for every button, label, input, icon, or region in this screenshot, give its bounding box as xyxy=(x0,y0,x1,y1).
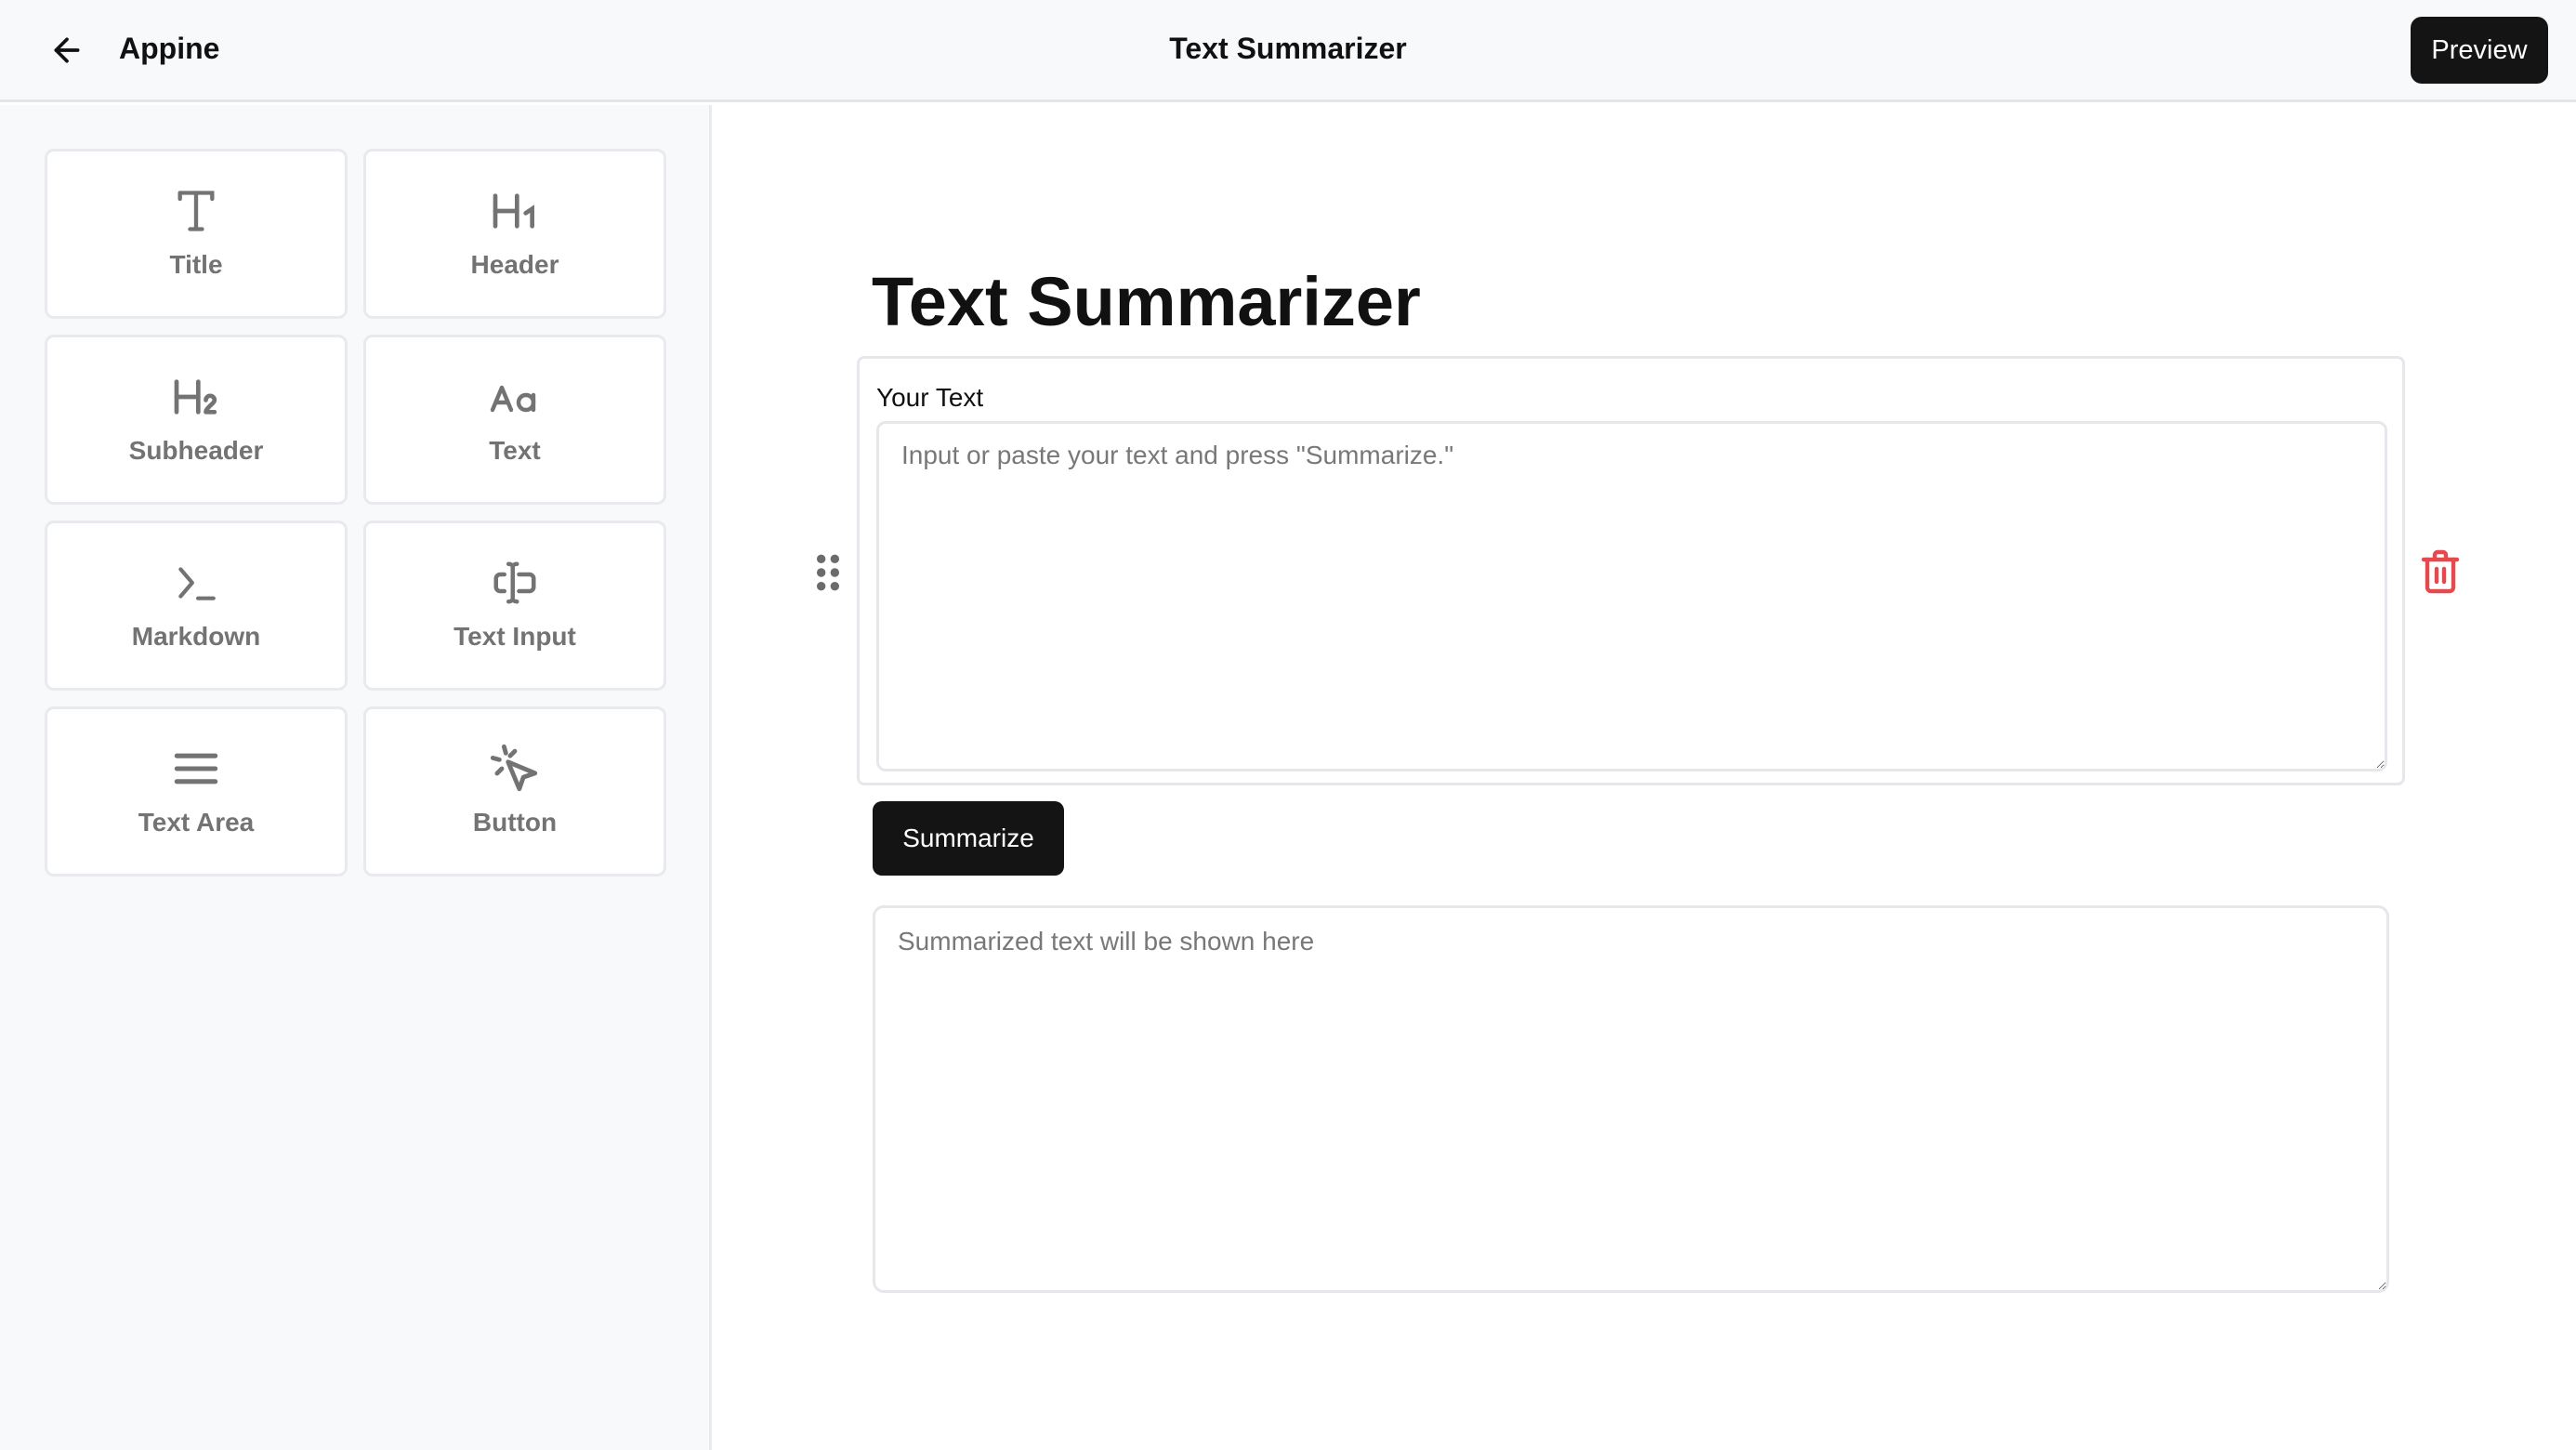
component-label: Subheader xyxy=(128,436,264,465)
component-label: Text Area xyxy=(138,808,255,837)
heading-1-icon xyxy=(487,183,543,239)
drag-handle[interactable] xyxy=(814,552,842,593)
component-sidebar: Title Header Subheader Text Markdown Tex… xyxy=(0,105,712,1450)
component-title[interactable]: Title xyxy=(45,149,348,319)
component-text[interactable]: Text xyxy=(363,335,666,505)
lines-icon xyxy=(168,741,224,797)
component-text-input[interactable]: Text Input xyxy=(363,521,666,691)
terminal-prompt-icon xyxy=(168,555,224,611)
component-text-area[interactable]: Text Area xyxy=(45,706,348,877)
your-text-label: Your Text xyxy=(876,383,984,412)
component-label: Header xyxy=(470,250,559,279)
summary-output[interactable] xyxy=(873,905,2389,1293)
delete-component-button[interactable] xyxy=(2420,548,2461,595)
your-text-input[interactable] xyxy=(876,421,2387,771)
component-label: Text Input xyxy=(453,622,576,651)
component-button[interactable]: Button xyxy=(363,706,666,877)
component-label: Text xyxy=(489,436,541,465)
page-title: Text Summarizer xyxy=(1169,32,1407,65)
app-title-component[interactable]: Text Summarizer xyxy=(872,262,1421,341)
component-label: Markdown xyxy=(131,622,261,651)
title-T-icon xyxy=(168,183,224,239)
component-header[interactable]: Header xyxy=(363,149,666,319)
summarize-button[interactable]: Summarize xyxy=(873,801,1064,876)
text-Aa-icon xyxy=(487,369,543,425)
component-label: Title xyxy=(169,250,223,279)
component-palette: Title Header Subheader Text Markdown Tex… xyxy=(45,149,666,877)
grip-vertical-icon xyxy=(816,554,840,591)
text-cursor-input-icon xyxy=(487,555,543,611)
text-area-component[interactable]: Your Text xyxy=(857,356,2405,785)
top-bar: Appine Text Summarizer Preview xyxy=(0,0,2576,102)
preview-button[interactable]: Preview xyxy=(2411,17,2548,84)
heading-2-icon xyxy=(168,369,224,425)
pointer-click-icon xyxy=(487,741,543,797)
component-subheader[interactable]: Subheader xyxy=(45,335,348,505)
component-label: Button xyxy=(472,808,558,837)
component-markdown[interactable]: Markdown xyxy=(45,521,348,691)
trash-icon xyxy=(2421,549,2460,594)
